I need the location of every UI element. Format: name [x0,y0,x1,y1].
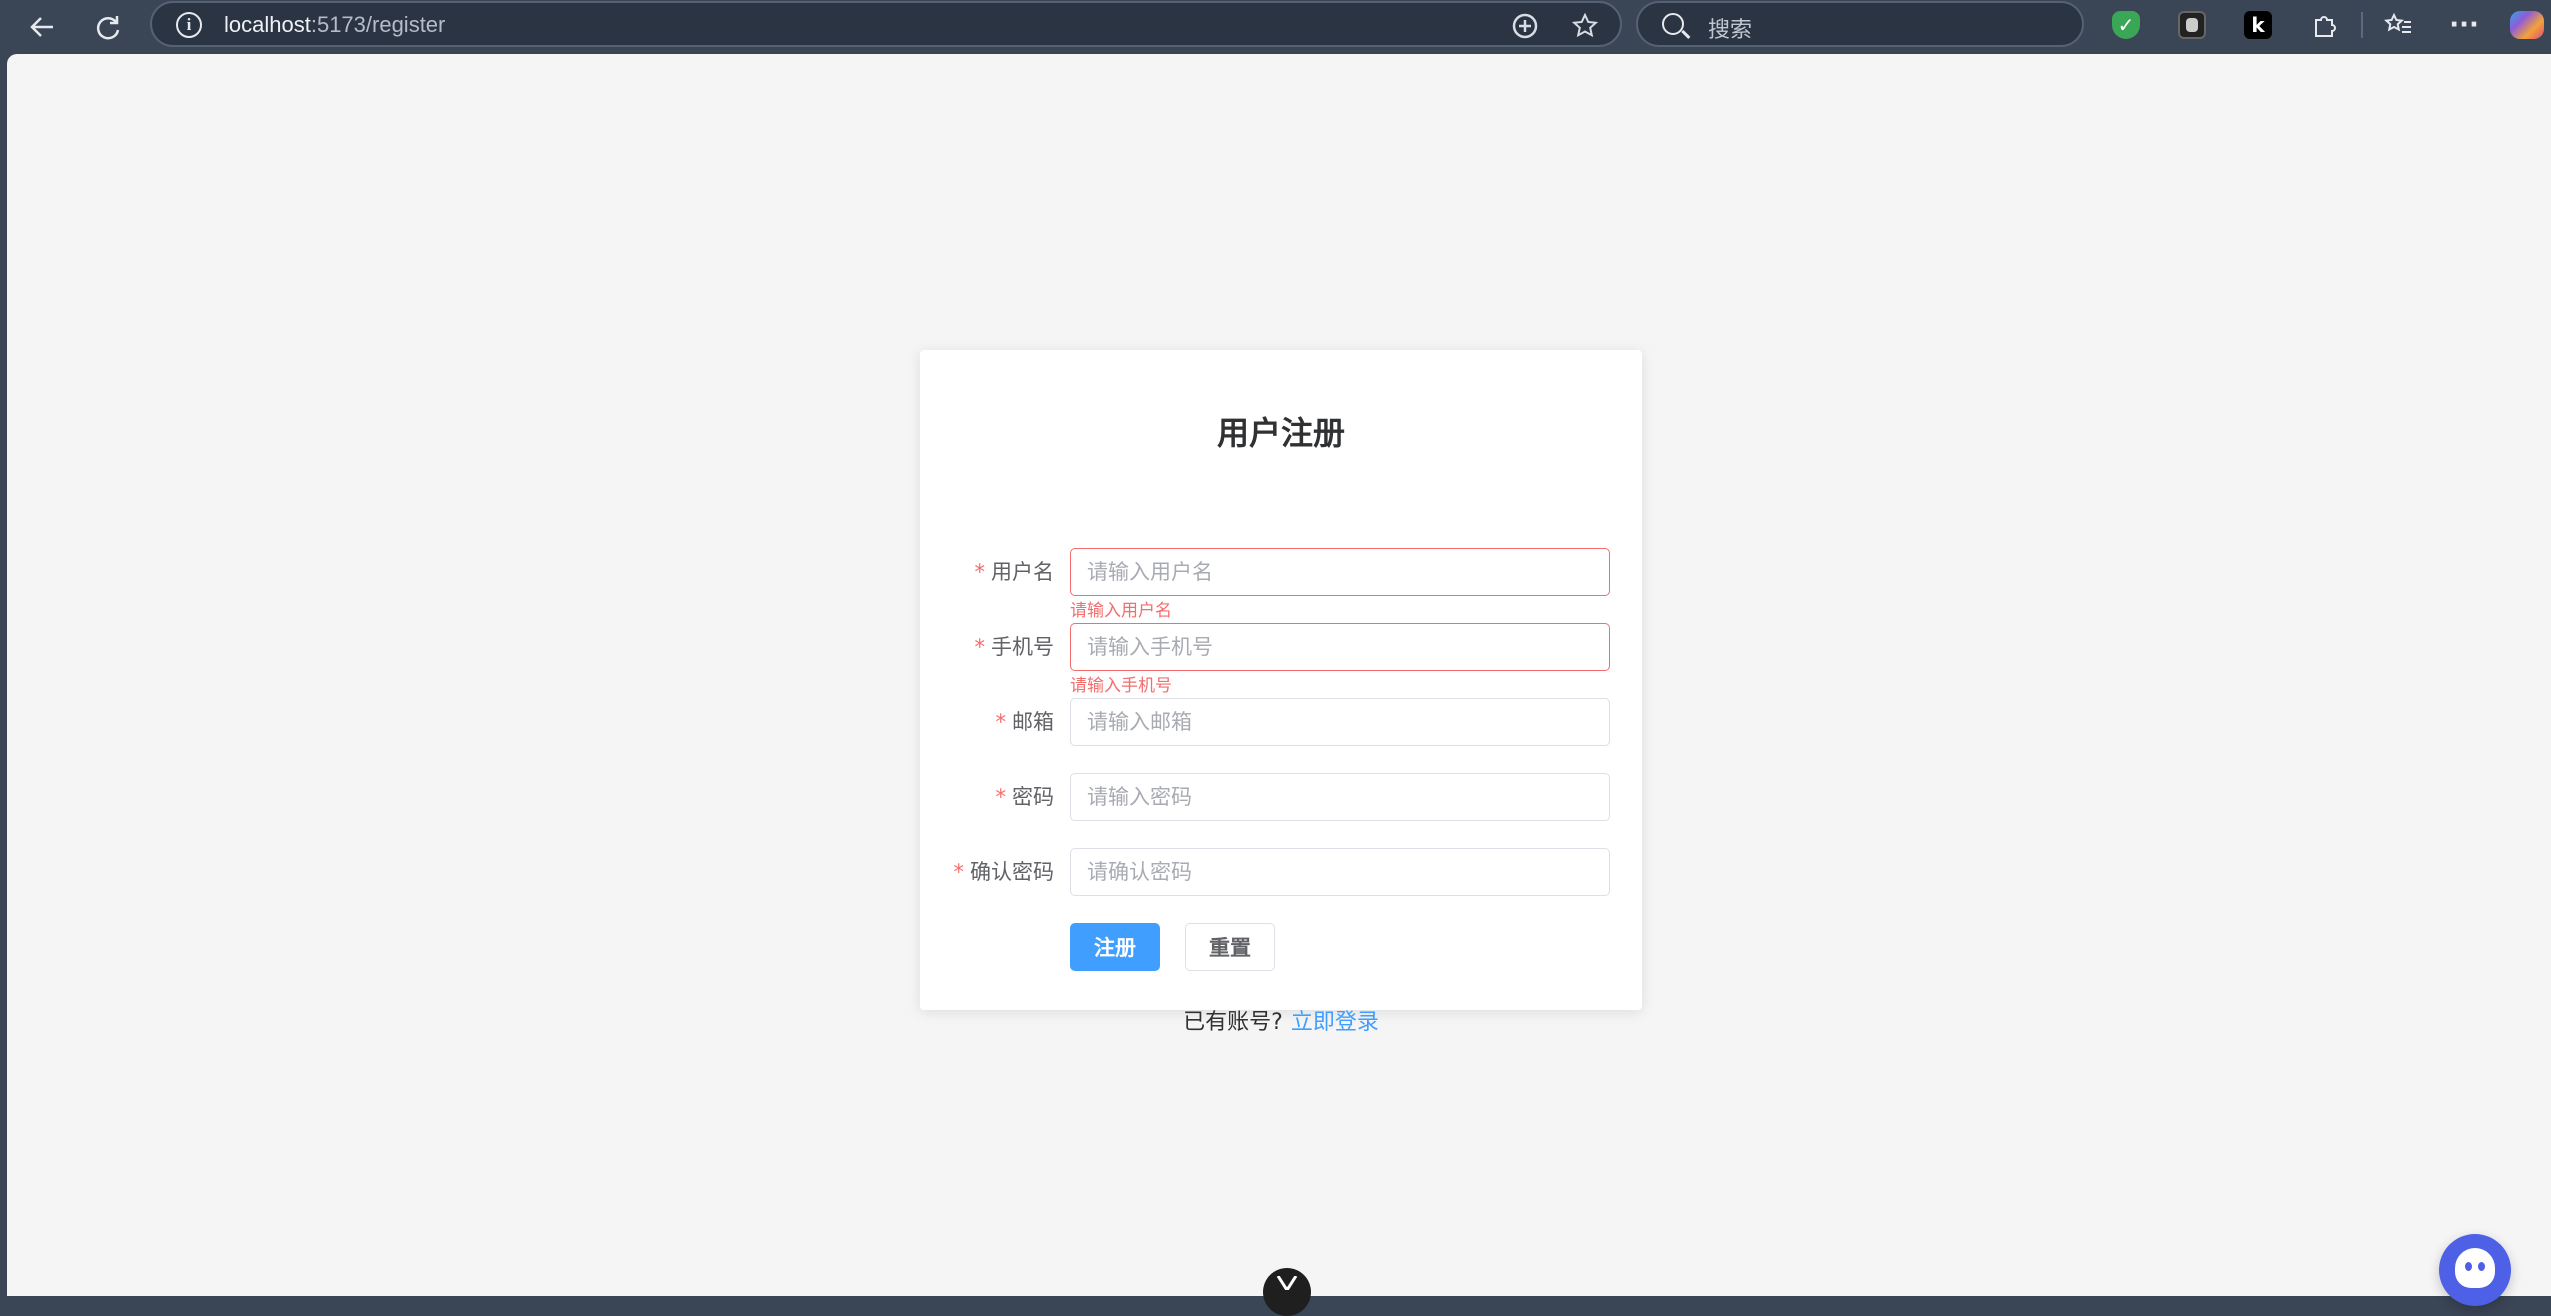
search-placeholder: 搜索 [1708,18,1753,43]
login-link[interactable]: 立即登录 [1291,1010,1379,1035]
devtools-toggle-button[interactable] [1263,1268,1311,1316]
required-mark: * [953,860,965,884]
page-title: 用户注册 [1216,414,1345,452]
required-mark: * [974,560,986,584]
browser-toolbar: i localhost:5173/register 搜索 ✓ k ··· [0,0,2551,54]
form-actions: 注册 重置 [920,923,1642,973]
required-mark: * [995,710,1007,734]
url-path: :5173/register [310,12,446,37]
password-input[interactable] [1070,773,1610,821]
username-label-text: 用户名 [991,560,1054,584]
back-arrow-icon[interactable] [20,6,64,48]
more-menu-icon[interactable]: ··· [2449,10,2479,40]
copilot-icon[interactable] [2510,11,2544,39]
favorites-list-icon[interactable] [2384,11,2412,39]
url-text[interactable]: localhost:5173/register [224,12,445,38]
assistant-fab-button[interactable] [2439,1234,2511,1306]
shield-check-icon[interactable]: ✓ [2112,11,2140,39]
reset-button[interactable]: 重置 [1185,923,1275,971]
username-input[interactable] [1070,548,1610,596]
form-row-password: * 密码 [920,773,1642,823]
extension-k-icon[interactable]: k [2244,11,2272,39]
form-row-username: * 用户名 请输入用户名 [920,548,1642,621]
phone-input[interactable] [1070,623,1610,671]
password-label: * 密码 [996,773,1055,821]
address-bar[interactable]: i localhost:5173/register [150,1,1622,47]
page-viewport: 用户注册 *用户名 请输入用户名 *手机号 请输入手机号 *邮箱 *密码 *确认… [7,54,2551,1316]
register-card: 用户注册 *用户名 请输入用户名 *手机号 请输入手机号 *邮箱 *密码 *确认… [920,350,1642,1035]
immersive-reader-icon[interactable] [1510,11,1540,41]
search-icon [1662,13,1684,35]
assistant-ghost-icon [2455,1248,2495,1288]
favorite-star-icon[interactable] [1570,11,1600,41]
register-button[interactable]: 注册 [1070,923,1160,971]
email-label-text: 邮箱 [1012,710,1054,734]
site-info-icon[interactable]: i [176,12,202,38]
phone-error: 请输入手机号 [1070,676,1172,696]
email-input[interactable] [1070,698,1610,746]
login-prompt: 已有账号? 立即登录 [920,1004,1642,1036]
extension-ghost-icon[interactable] [2178,11,2206,39]
url-host: localhost [224,12,311,37]
phone-label-text: 手机号 [991,635,1054,659]
browser-search-bar[interactable]: 搜索 [1636,1,2084,47]
form-row-email: * 邮箱 [920,698,1642,748]
confirm-password-label: * 确认密码 [954,848,1055,896]
toolbar-separator [2361,12,2363,38]
phone-label: * 手机号 [975,623,1055,671]
confirm-password-label-text: 确认密码 [970,860,1054,884]
password-label-text: 密码 [1012,785,1054,809]
form-row-confirm-password: * 确认密码 [920,848,1642,898]
form-row-phone: * 手机号 请输入手机号 [920,623,1642,696]
required-mark: * [974,635,986,659]
required-mark: * [995,785,1007,809]
username-label: * 用户名 [975,548,1055,596]
extensions-puzzle-icon[interactable] [2310,11,2338,39]
email-label: * 邮箱 [996,698,1055,746]
username-error: 请输入用户名 [1070,601,1172,621]
login-prompt-text: 已有账号? [1183,1010,1283,1035]
refresh-icon[interactable] [86,6,130,48]
confirm-password-input[interactable] [1070,848,1610,896]
